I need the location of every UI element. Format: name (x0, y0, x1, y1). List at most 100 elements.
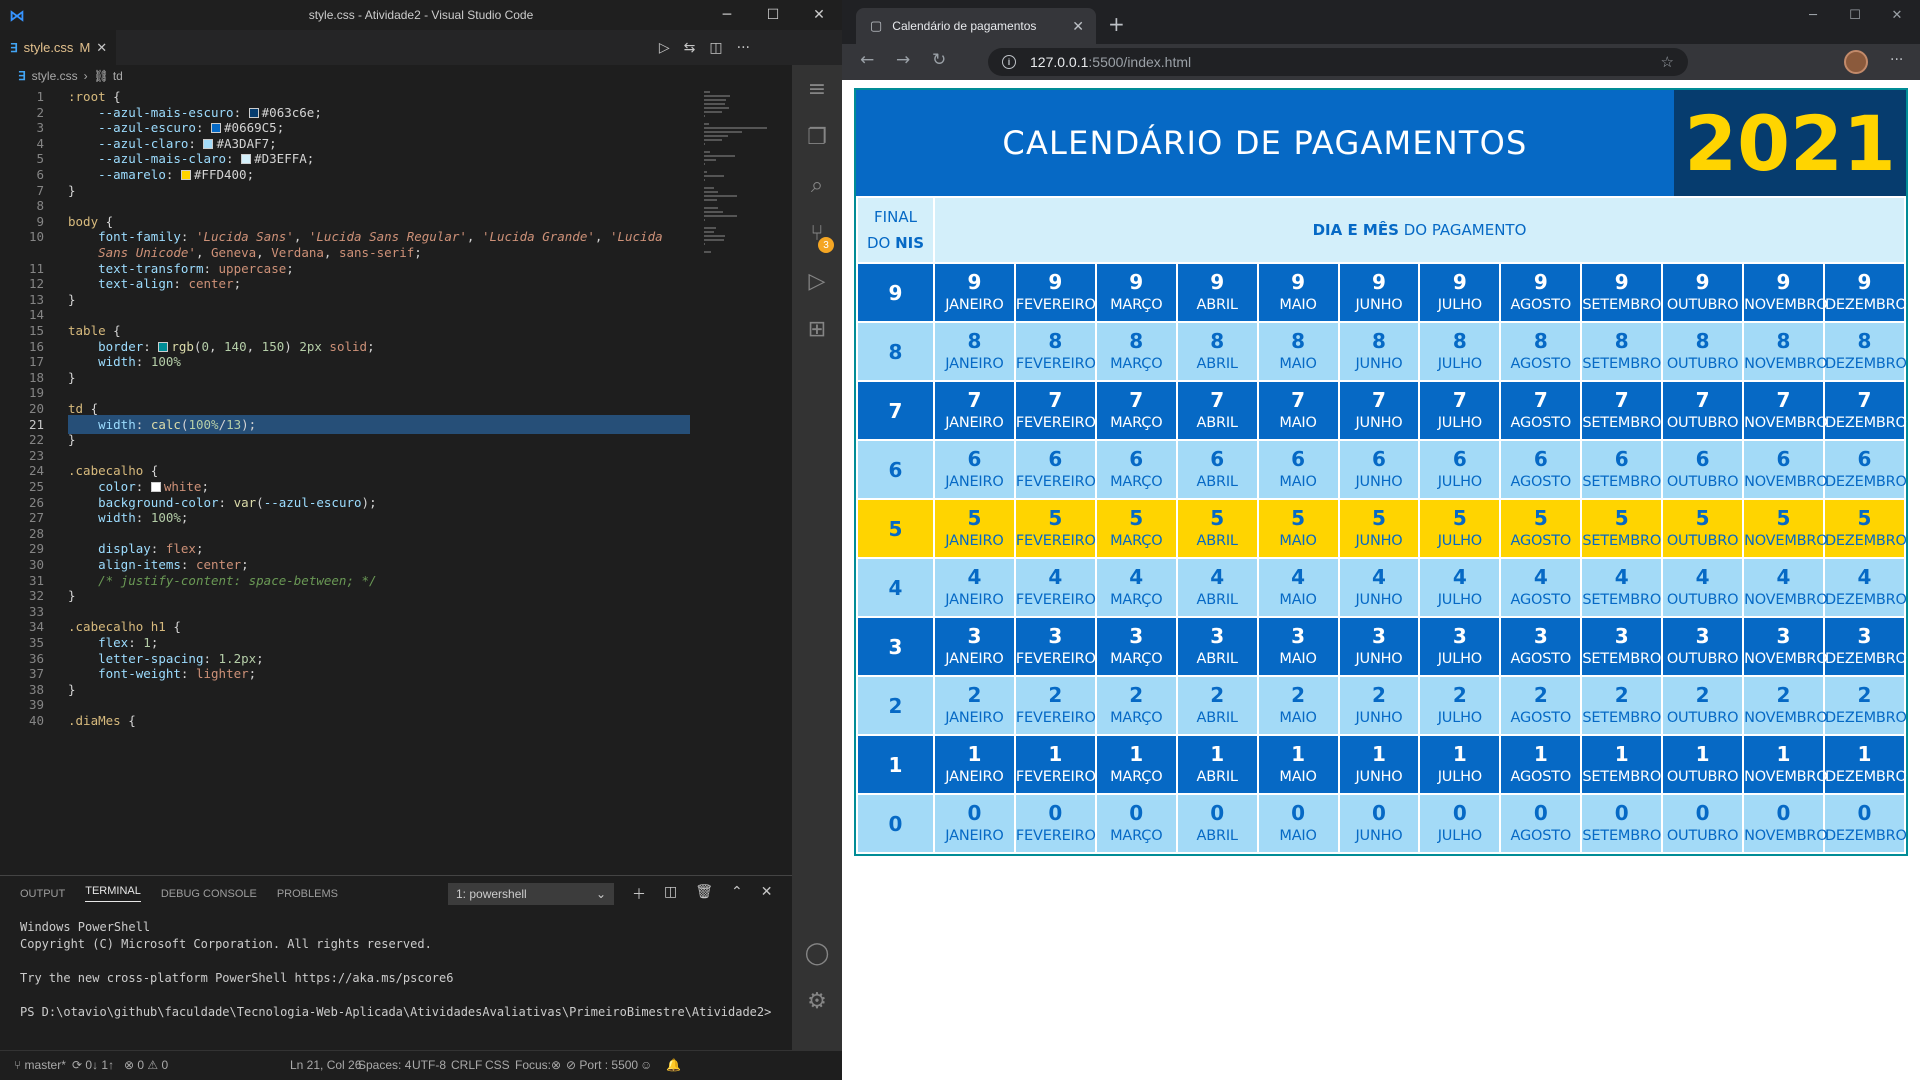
notifications-bell-icon[interactable]: 🔔 (666, 1058, 681, 1072)
payment-day: 2 (1129, 683, 1144, 708)
nis-final-cell: 6 (858, 441, 933, 498)
language-mode[interactable]: CSS (485, 1058, 510, 1072)
back-icon[interactable]: ← (860, 50, 874, 70)
settings-gear-icon[interactable]: ⚙ (792, 977, 842, 1025)
vscode-window: ⋈ style.css - Atividade2 - Visual Studio… (0, 0, 842, 1080)
terminal-output[interactable]: Windows PowerShell Copyright (C) Microsof… (20, 920, 771, 1022)
minimap[interactable] (700, 87, 790, 287)
branch-indicator[interactable]: ⑂ master* (14, 1058, 66, 1072)
payment-date-cell: 2 NOVEMBRO (1744, 677, 1828, 734)
payment-date-cell: 7 NOVEMBRO (1744, 382, 1828, 439)
bookmark-star-icon[interactable]: ☆ (1661, 53, 1674, 71)
payment-day: 9 (1129, 270, 1144, 295)
forward-icon[interactable]: → (896, 50, 910, 70)
trash-icon[interactable]: 🗑 (695, 884, 713, 904)
tab-terminal[interactable]: TERMINAL (85, 885, 141, 902)
live-server-port[interactable]: ⊘ Port : 5500 (566, 1058, 638, 1072)
payment-date-cell: 5 DEZEMBRO (1824, 500, 1907, 557)
end-of-line[interactable]: CRLF (451, 1058, 482, 1072)
code-editor[interactable]: 1:root {2 --azul-mais-escuro: #063c6e; 3 … (0, 87, 700, 875)
explorer-icon[interactable]: ❐ (792, 113, 842, 161)
close-tab-icon[interactable]: ✕ (1072, 18, 1084, 35)
close-panel-icon[interactable]: ✕ (761, 884, 773, 904)
payment-date-cell: 5 JUNHO (1339, 500, 1419, 557)
payment-day: 5 (1533, 506, 1548, 531)
header-dia-bold: DIA E MÊS (1312, 221, 1399, 239)
cursor-position[interactable]: Ln 21, Col 26 (290, 1058, 361, 1072)
tab-output[interactable]: OUTPUT (20, 888, 65, 900)
payment-day: 7 (1695, 388, 1710, 413)
encoding[interactable]: UTF-8 (412, 1058, 446, 1072)
feedback-icon[interactable]: ☺ (640, 1058, 652, 1072)
split-terminal-icon[interactable]: ◫ (664, 884, 677, 904)
payment-date-cell: 9 JULHO (1420, 264, 1500, 321)
payment-day: 6 (1372, 447, 1386, 472)
site-info-icon[interactable]: i (1002, 55, 1016, 69)
maximize-icon[interactable]: ☐ (750, 0, 796, 30)
tab-debug-console[interactable]: DEBUG CONSOLE (161, 888, 257, 900)
browser-tab[interactable]: ▢ Calendário de pagamentos ✕ (856, 8, 1096, 44)
payment-month: FEVEREIRO (1015, 651, 1096, 668)
payment-date-cell: 1 MAIO (1258, 736, 1338, 793)
address-bar[interactable]: i 127.0.0.1:5500/index.html ☆ (988, 48, 1688, 76)
payment-date-cell: 2 SETEMBRO (1582, 677, 1661, 734)
payment-date-cell: 3 ABRIL (1177, 618, 1257, 675)
minimize-icon[interactable]: ─ (704, 0, 750, 30)
payment-date-cell: 4 AGOSTO (1501, 559, 1581, 616)
minimize-icon[interactable]: ─ (1790, 0, 1836, 30)
payment-month: FEVEREIRO (1015, 474, 1096, 491)
payment-date-cell: 7 FEVEREIRO (1015, 382, 1096, 439)
payment-day: 9 (1452, 270, 1467, 295)
new-tab-icon[interactable]: + (1108, 12, 1125, 36)
focus-mode[interactable]: Focus:⊗ (515, 1058, 561, 1072)
maximize-panel-icon[interactable]: ⌃ (731, 884, 743, 904)
accounts-icon[interactable]: ◯ (792, 929, 842, 977)
minimap-line (704, 207, 719, 209)
menu-icon[interactable]: ≡ (792, 65, 842, 113)
payment-day: 3 (1372, 624, 1386, 649)
payment-month: SETEMBRO (1582, 297, 1662, 314)
search-icon[interactable]: ⌕ (792, 161, 842, 209)
run-debug-icon[interactable]: ▷ (792, 257, 842, 305)
payment-day: 8 (1776, 329, 1791, 354)
more-actions-icon[interactable]: ··· (737, 40, 750, 56)
profile-avatar[interactable] (1844, 50, 1868, 74)
close-tab-icon[interactable]: ✕ (96, 40, 107, 56)
payment-date-cell: 9 OUTUBRO (1663, 264, 1743, 321)
editor-tab-style-css[interactable]: ∃ style.css M ✕ (0, 30, 116, 65)
extensions-icon[interactable]: ⊞ (792, 305, 842, 353)
split-editor-icon[interactable]: ◫ (709, 40, 722, 56)
payment-day: 4 (1291, 565, 1306, 590)
breadcrumb-symbol[interactable]: td (113, 69, 123, 83)
close-icon[interactable]: ✕ (1874, 0, 1920, 30)
payment-month: OUTUBRO (1666, 651, 1739, 668)
problems-status[interactable]: ⊗ 0 ⚠ 0 (124, 1058, 168, 1072)
browser-window: ▢ Calendário de pagamentos ✕ + ─ ☐ ✕ ← →… (842, 0, 1920, 1080)
close-icon[interactable]: ✕ (796, 0, 842, 30)
new-terminal-icon[interactable]: ＋ (632, 884, 646, 904)
payment-date-cell: 9 AGOSTO (1501, 264, 1581, 321)
payment-day: 7 (1857, 388, 1872, 413)
browser-menu-icon[interactable]: ··· (1890, 52, 1903, 68)
tab-problems[interactable]: PROBLEMS (277, 888, 338, 900)
code-line[interactable]: 40 .diaMes { (0, 711, 690, 730)
payment-date-cell: 3 JUNHO (1339, 618, 1419, 675)
terminal-select[interactable]: 1: powershell ⌄ (448, 883, 614, 905)
minimap-line (704, 155, 736, 157)
indentation[interactable]: Spaces: 4 (358, 1058, 411, 1072)
breadcrumb-file[interactable]: style.css (32, 69, 78, 83)
source-control-icon[interactable]: ⑂ 3 (792, 209, 842, 257)
calendar-header: CALENDÁRIO DE PAGAMENTOS 2021 (856, 90, 1906, 196)
payment-date-cell: 5 AGOSTO (1501, 500, 1581, 557)
compare-changes-icon[interactable]: ⇆ (684, 40, 696, 56)
maximize-icon[interactable]: ☐ (1832, 0, 1878, 30)
payment-month: MARÇO (1110, 533, 1163, 550)
run-icon[interactable]: ▷ (659, 40, 670, 56)
payment-day: 6 (967, 447, 982, 472)
minimap-line (704, 115, 705, 117)
payment-day: 4 (1129, 565, 1144, 590)
sync-status[interactable]: ⟳ 0↓ 1↑ (72, 1058, 114, 1072)
payment-date-cell: 8 AGOSTO (1501, 323, 1581, 380)
payment-day: 8 (1048, 329, 1063, 354)
reload-icon[interactable]: ↻ (932, 50, 946, 70)
